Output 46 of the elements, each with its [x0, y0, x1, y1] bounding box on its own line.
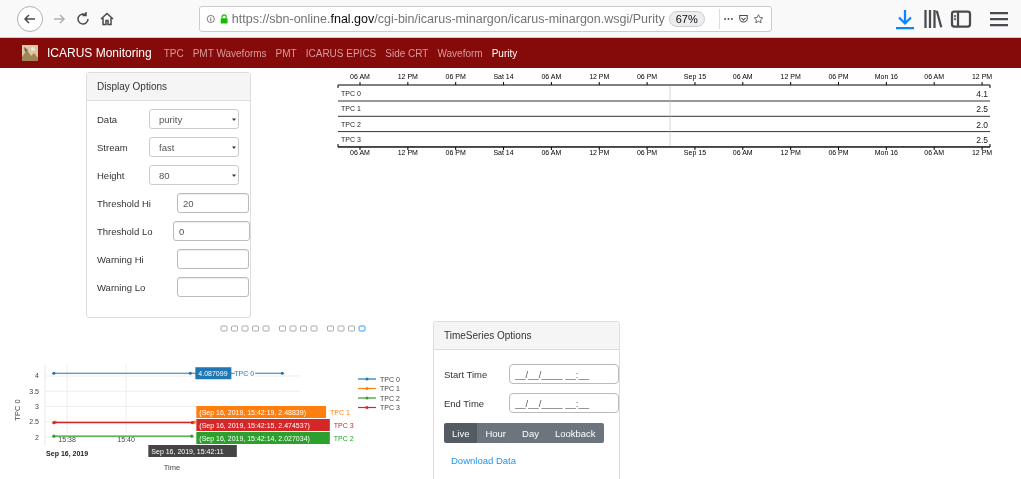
- input-field[interactable]: [177, 277, 249, 297]
- range-button[interactable]: Lookback: [546, 423, 604, 443]
- range-button[interactable]: Live: [444, 423, 478, 443]
- input-field[interactable]: 0: [173, 221, 250, 241]
- field-label: Stream: [97, 141, 129, 153]
- select-field[interactable]: 80: [149, 165, 239, 185]
- input-field[interactable]: 20: [177, 193, 249, 213]
- nav-link[interactable]: Waveform: [437, 47, 483, 59]
- row-value: 2.5: [976, 134, 988, 145]
- legend-line[interactable]: [357, 396, 377, 400]
- url-text: https://sbn-online.fnal.gov/cgi-bin/icarus-minargon/icarus-minargon.wsgi/Purity: [231, 11, 665, 26]
- field-label: End Time: [444, 397, 486, 409]
- panel-title: Display Options: [87, 73, 250, 101]
- address-bar[interactable]: https://sbn-online.fnal.gov/cgi-bin/icarus-minargon/icarus-minargon.wsgi/Purity 67%: [199, 5, 772, 32]
- range-button[interactable]: Day: [514, 423, 547, 443]
- nav-link[interactable]: Purity: [491, 47, 518, 59]
- date-time-field[interactable]: __/__/____ __:__: [509, 393, 619, 413]
- nav-link[interactable]: PMT Waveforms: [192, 47, 267, 59]
- panel-title: TimeSeries Options: [434, 322, 619, 350]
- brand-title[interactable]: ICARUS Monitoring: [47, 46, 152, 60]
- legend-line[interactable]: [357, 377, 377, 381]
- zoom-level[interactable]: 67%: [668, 10, 705, 27]
- legend-line[interactable]: [357, 387, 377, 390]
- field-label: Warning Hi: [97, 253, 145, 265]
- nav-link[interactable]: PMT: [275, 47, 297, 59]
- field-label: Height: [97, 169, 126, 181]
- input-field[interactable]: [177, 249, 249, 269]
- reload-icon: [75, 10, 91, 27]
- row-value: 2.5: [976, 104, 988, 115]
- nav-link[interactable]: Side CRT: [385, 47, 429, 59]
- select-field[interactable]: purity: [149, 109, 239, 129]
- date-time-field[interactable]: __/__/____ __:__: [509, 364, 619, 384]
- legend-line[interactable]: [357, 406, 377, 409]
- back-button[interactable]: [17, 5, 43, 32]
- lock-icon: [219, 11, 228, 26]
- row-value: 2.0: [976, 119, 988, 130]
- select-field[interactable]: fast: [149, 137, 239, 157]
- field-label: Start Time: [444, 368, 489, 380]
- field-label: Data: [97, 113, 119, 125]
- range-button[interactable]: Hour: [477, 423, 515, 443]
- row-value: 4.1: [976, 89, 988, 99]
- field-label: Threshold Lo: [97, 225, 154, 237]
- field-label: Warning Lo: [97, 281, 147, 293]
- nav-link[interactable]: TPC: [163, 47, 184, 59]
- field-label: Threshold Hi: [97, 197, 152, 209]
- nav-link[interactable]: ICARUS EPICS: [305, 47, 377, 59]
